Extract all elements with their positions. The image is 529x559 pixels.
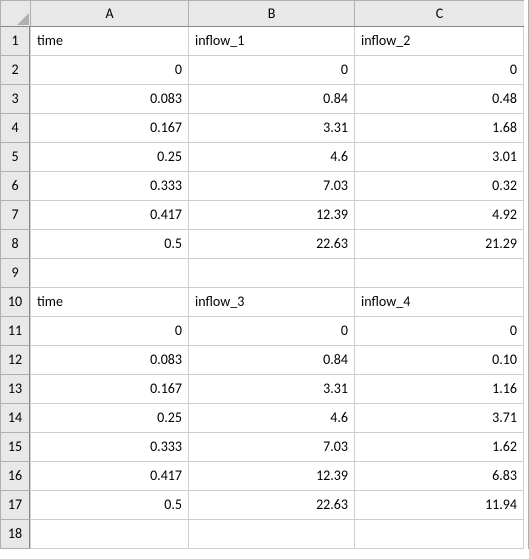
cell-C8[interactable]: 21.29	[354, 230, 524, 259]
cell-C14[interactable]: 3.71	[354, 404, 524, 433]
cell-A12[interactable]: 0.083	[30, 346, 188, 375]
cell-A7[interactable]: 0.417	[30, 201, 188, 230]
cell-C7[interactable]: 4.92	[354, 201, 524, 230]
cell-B14[interactable]: 4.6	[188, 404, 354, 433]
cell-A5[interactable]: 0.25	[30, 143, 188, 172]
cell-B3[interactable]: 0.84	[188, 85, 354, 114]
cell-B10[interactable]: inflow_3	[188, 288, 354, 317]
cell-A18[interactable]	[30, 520, 188, 549]
cell-B17[interactable]: 22.63	[188, 491, 354, 520]
cell-A3[interactable]: 0.083	[30, 85, 188, 114]
row-header-14[interactable]: 14	[0, 404, 30, 433]
col-header-C[interactable]: C	[354, 0, 524, 27]
cell-C6[interactable]: 0.32	[354, 172, 524, 201]
col-header-A[interactable]: A	[30, 0, 188, 27]
cell-A14[interactable]: 0.25	[30, 404, 188, 433]
cell-A4[interactable]: 0.167	[30, 114, 188, 143]
cell-C12[interactable]: 0.10	[354, 346, 524, 375]
cell-B12[interactable]: 0.84	[188, 346, 354, 375]
row-header-11[interactable]: 11	[0, 317, 30, 346]
cell-C11[interactable]: 0	[354, 317, 524, 346]
row-header-2[interactable]: 2	[0, 56, 30, 85]
cell-B1[interactable]: inflow_1	[188, 27, 354, 56]
row-header-13[interactable]: 13	[0, 375, 30, 404]
cell-C10[interactable]: inflow_4	[354, 288, 524, 317]
cell-C13[interactable]: 1.16	[354, 375, 524, 404]
select-all-corner[interactable]	[0, 0, 30, 27]
cell-B16[interactable]: 12.39	[188, 462, 354, 491]
cell-C5[interactable]: 3.01	[354, 143, 524, 172]
cell-B13[interactable]: 3.31	[188, 375, 354, 404]
cell-A1[interactable]: time	[30, 27, 188, 56]
row-header-5[interactable]: 5	[0, 143, 30, 172]
cell-C18[interactable]	[354, 520, 524, 549]
cell-C2[interactable]: 0	[354, 56, 524, 85]
cell-B2[interactable]: 0	[188, 56, 354, 85]
cell-C1[interactable]: inflow_2	[354, 27, 524, 56]
cell-B7[interactable]: 12.39	[188, 201, 354, 230]
cell-B8[interactable]: 22.63	[188, 230, 354, 259]
cell-A2[interactable]: 0	[30, 56, 188, 85]
cell-B15[interactable]: 7.03	[188, 433, 354, 462]
cell-A11[interactable]: 0	[30, 317, 188, 346]
row-header-10[interactable]: 10	[0, 288, 30, 317]
row-header-16[interactable]: 16	[0, 462, 30, 491]
row-header-15[interactable]: 15	[0, 433, 30, 462]
row-header-8[interactable]: 8	[0, 230, 30, 259]
row-header-4[interactable]: 4	[0, 114, 30, 143]
row-header-1[interactable]: 1	[0, 27, 30, 56]
select-all-icon	[17, 13, 29, 25]
cell-B5[interactable]: 4.6	[188, 143, 354, 172]
cell-A6[interactable]: 0.333	[30, 172, 188, 201]
row-header-6[interactable]: 6	[0, 172, 30, 201]
cell-B18[interactable]	[188, 520, 354, 549]
cell-C16[interactable]: 6.83	[354, 462, 524, 491]
cell-C15[interactable]: 1.62	[354, 433, 524, 462]
cell-B11[interactable]: 0	[188, 317, 354, 346]
cell-C3[interactable]: 0.48	[354, 85, 524, 114]
row-header-9[interactable]: 9	[0, 259, 30, 288]
cell-A10[interactable]: time	[30, 288, 188, 317]
cell-B6[interactable]: 7.03	[188, 172, 354, 201]
col-header-B[interactable]: B	[188, 0, 354, 27]
cell-A16[interactable]: 0.417	[30, 462, 188, 491]
row-header-18[interactable]: 18	[0, 520, 30, 549]
cell-A9[interactable]	[30, 259, 188, 288]
cell-B9[interactable]	[188, 259, 354, 288]
cell-C4[interactable]: 1.68	[354, 114, 524, 143]
row-header-7[interactable]: 7	[0, 201, 30, 230]
cell-A13[interactable]: 0.167	[30, 375, 188, 404]
cell-B4[interactable]: 3.31	[188, 114, 354, 143]
row-header-12[interactable]: 12	[0, 346, 30, 375]
cell-C9[interactable]	[354, 259, 524, 288]
spreadsheet-grid: A B C 1timeinflow_1inflow_2200030.0830.8…	[0, 0, 529, 549]
row-header-17[interactable]: 17	[0, 491, 30, 520]
cell-A15[interactable]: 0.333	[30, 433, 188, 462]
cell-C17[interactable]: 11.94	[354, 491, 524, 520]
row-header-3[interactable]: 3	[0, 85, 30, 114]
cell-A8[interactable]: 0.5	[30, 230, 188, 259]
cell-A17[interactable]: 0.5	[30, 491, 188, 520]
